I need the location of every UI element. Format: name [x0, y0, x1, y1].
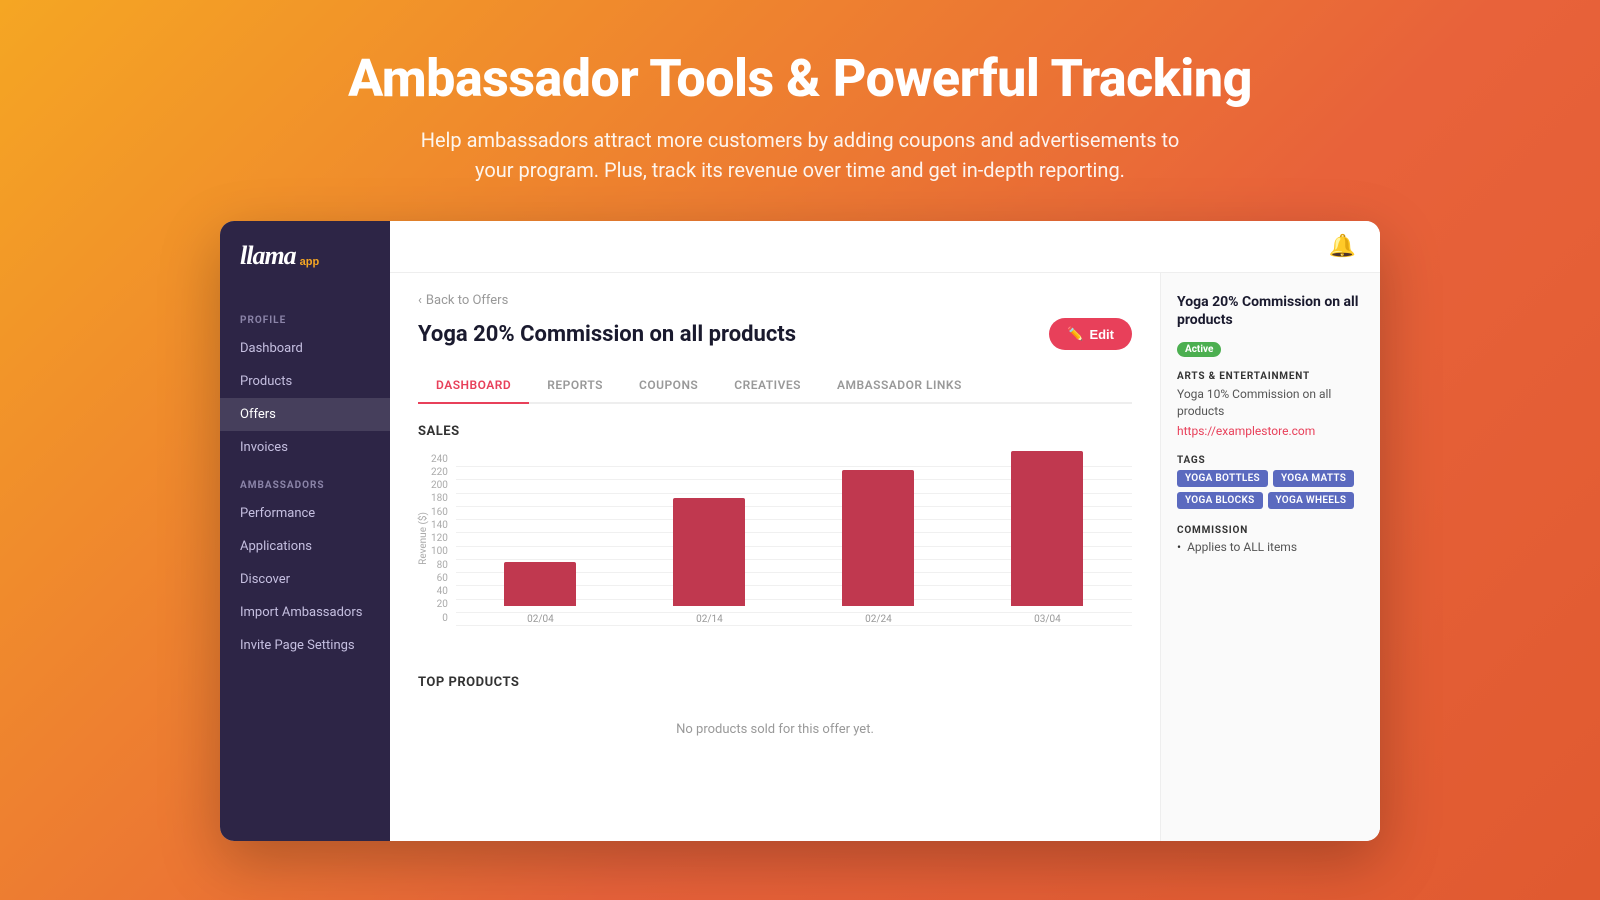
- y-label-0: 0: [442, 613, 448, 624]
- bar-0304: [1011, 451, 1083, 606]
- no-products-message: No products sold for this offer yet.: [418, 702, 1132, 757]
- y-label-200: 200: [431, 480, 448, 491]
- bar-label-0224: 02/24: [865, 614, 892, 625]
- offer-header: Yoga 20% Commission on all products ✏️ E…: [418, 318, 1132, 350]
- bar-label-0304: 03/04: [1034, 614, 1061, 625]
- bar-label-0214: 02/14: [696, 614, 723, 625]
- sales-chart: Revenue ($) 240 220 200 180 160 140 120 …: [418, 451, 1132, 651]
- hero-section: Ambassador Tools & Powerful Tracking Hel…: [0, 0, 1600, 221]
- y-label-60: 60: [437, 573, 448, 584]
- edit-button[interactable]: ✏️ Edit: [1049, 318, 1132, 350]
- panel-category-desc: Yoga 10% Commission on all products: [1177, 386, 1364, 420]
- tab-reports[interactable]: REPORTS: [529, 368, 621, 404]
- panel-category-label: ARTS & ENTERTAINMENT: [1177, 371, 1364, 382]
- panel-commission-section: COMMISSION Applies to ALL items: [1177, 525, 1364, 554]
- bar-0214: [673, 498, 745, 606]
- sidebar: llama app PROFILE Dashboard Products Off…: [220, 221, 390, 841]
- tag-yoga-bottles: YOGA BOTTLES: [1177, 470, 1268, 487]
- sidebar-item-invite-page-settings[interactable]: Invite Page Settings: [220, 629, 390, 662]
- sidebar-item-offers[interactable]: Offers: [220, 398, 390, 431]
- breadcrumb[interactable]: ‹ Back to Offers: [418, 293, 1132, 308]
- y-label-80: 80: [437, 560, 448, 571]
- ambassadors-section-label: AMBASSADORS: [220, 464, 390, 497]
- tag-yoga-matts: YOGA MATTS: [1273, 470, 1354, 487]
- top-products-section: TOP PRODUCTS No products sold for this o…: [418, 675, 1132, 757]
- offer-title: Yoga 20% Commission on all products: [418, 322, 796, 347]
- sidebar-item-dashboard[interactable]: Dashboard: [220, 332, 390, 365]
- bar-group-4: 03/04: [1011, 451, 1083, 625]
- tab-creatives[interactable]: CREATIVES: [716, 368, 819, 404]
- tab-coupons[interactable]: COUPONS: [621, 368, 716, 404]
- y-label-100: 100: [431, 546, 448, 557]
- y-axis-container: Revenue ($) 240 220 200 180 160 140 120 …: [418, 446, 456, 631]
- sidebar-item-invoices[interactable]: Invoices: [220, 431, 390, 464]
- bar-0224: [842, 470, 914, 606]
- bar-label-0204: 02/04: [527, 614, 554, 625]
- logo-app: app: [300, 256, 320, 268]
- content-area: ‹ Back to Offers Yoga 20% Commission on …: [390, 273, 1380, 841]
- bar-group-3: 02/24: [842, 470, 914, 625]
- panel-commission-label: COMMISSION: [1177, 525, 1364, 536]
- y-label-180: 180: [431, 493, 448, 504]
- y-label-40: 40: [437, 586, 448, 597]
- tag-yoga-wheels: YOGA WHEELS: [1268, 492, 1355, 509]
- bars-row: 02/04 02/14 02/24: [456, 465, 1132, 625]
- edit-label: Edit: [1089, 327, 1114, 342]
- main-panel: ‹ Back to Offers Yoga 20% Commission on …: [390, 273, 1160, 841]
- tag-yoga-blocks: YOGA BLOCKS: [1177, 492, 1263, 509]
- panel-category-section: ARTS & ENTERTAINMENT Yoga 10% Commission…: [1177, 371, 1364, 439]
- panel-offer-title: Yoga 20% Commission on all products: [1177, 293, 1364, 329]
- y-axis-title: Revenue ($): [418, 512, 429, 565]
- sidebar-item-performance[interactable]: Performance: [220, 497, 390, 530]
- grid-line-13: [456, 625, 1132, 626]
- breadcrumb-text: Back to Offers: [426, 293, 508, 308]
- panel-tags-label: TAGS: [1177, 455, 1364, 466]
- y-axis-labels: 240 220 200 180 160 140 120 100 80 60 40…: [431, 454, 448, 624]
- commission-item: Applies to ALL items: [1177, 540, 1364, 554]
- sales-section-title: SALES: [418, 424, 1132, 439]
- edit-icon: ✏️: [1067, 326, 1083, 342]
- hero-title: Ambassador Tools & Powerful Tracking: [20, 48, 1580, 109]
- sidebar-item-discover[interactable]: Discover: [220, 563, 390, 596]
- bell-icon[interactable]: 🔔: [1329, 234, 1356, 259]
- logo: llama app: [220, 241, 390, 299]
- status-badge: Active: [1177, 342, 1221, 357]
- y-label-160: 160: [431, 507, 448, 518]
- bar-0204: [504, 562, 576, 606]
- y-label-220: 220: [431, 467, 448, 478]
- app-window: llama app PROFILE Dashboard Products Off…: [220, 221, 1380, 841]
- sidebar-item-applications[interactable]: Applications: [220, 530, 390, 563]
- y-label-120: 120: [431, 533, 448, 544]
- hero-subtitle: Help ambassadors attract more customers …: [420, 125, 1180, 185]
- chevron-left-icon: ‹: [418, 293, 422, 308]
- tags-container: YOGA BOTTLES YOGA MATTS YOGA BLOCKS YOGA…: [1177, 470, 1364, 509]
- sidebar-item-import-ambassadors[interactable]: Import Ambassadors: [220, 596, 390, 629]
- topbar: 🔔: [390, 221, 1380, 273]
- y-label-140: 140: [431, 520, 448, 531]
- right-panel: Yoga 20% Commission on all products Acti…: [1160, 273, 1380, 841]
- bar-group-1: 02/04: [504, 562, 576, 625]
- logo-text: llama: [240, 241, 296, 271]
- profile-section-label: PROFILE: [220, 299, 390, 332]
- bar-group-2: 02/14: [673, 498, 745, 625]
- tabs-bar: DASHBOARD REPORTS COUPONS CREATIVES AMBA…: [418, 368, 1132, 404]
- panel-tags-section: TAGS YOGA BOTTLES YOGA MATTS YOGA BLOCKS…: [1177, 455, 1364, 509]
- chart-bars-area: 02/04 02/14 02/24: [456, 466, 1132, 651]
- sidebar-item-products[interactable]: Products: [220, 365, 390, 398]
- tab-dashboard[interactable]: DASHBOARD: [418, 368, 529, 404]
- top-products-title: TOP PRODUCTS: [418, 675, 1132, 690]
- tab-ambassador-links[interactable]: AMBASSADOR LINKS: [819, 368, 980, 404]
- main-content: 🔔 ‹ Back to Offers Yoga 20% Commission o…: [390, 221, 1380, 841]
- y-label-240: 240: [431, 454, 448, 465]
- panel-store-link[interactable]: https://examplestore.com: [1177, 424, 1315, 438]
- y-label-20: 20: [437, 599, 448, 610]
